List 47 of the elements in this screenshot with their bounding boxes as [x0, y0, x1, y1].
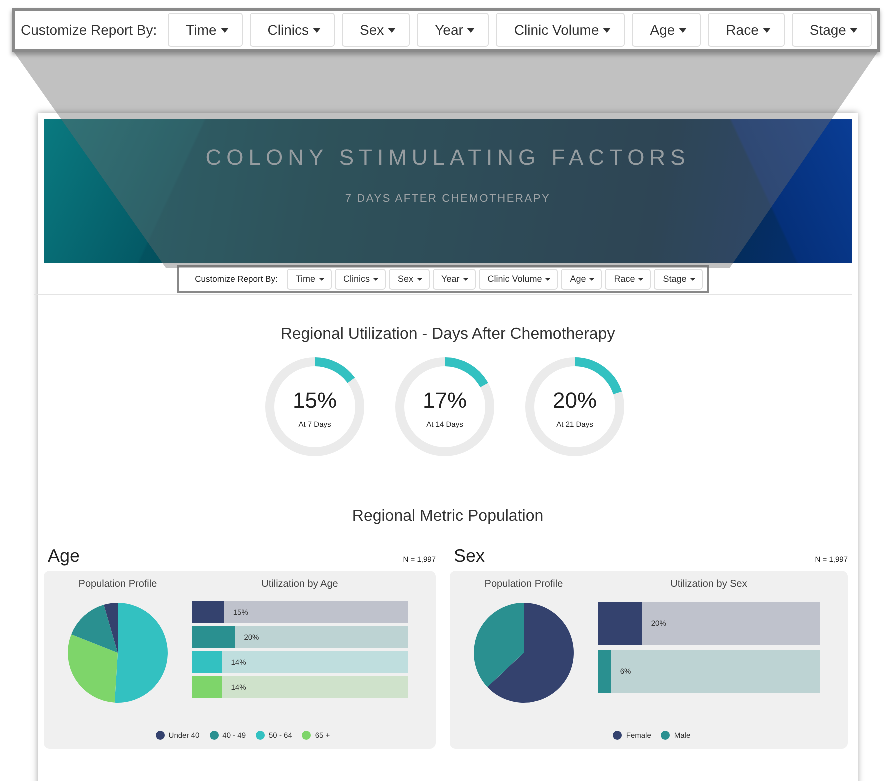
toolbar-label: Customize Report By: — [195, 274, 278, 284]
dropdown-button[interactable]: Clinics — [334, 268, 386, 290]
caret-icon — [373, 278, 380, 280]
dropdown-button[interactable]: Year — [417, 13, 490, 47]
dropdown-button[interactable]: Year — [432, 268, 476, 290]
gauge-value: 17% — [422, 388, 468, 414]
panel-title: Age — [48, 546, 80, 567]
report-title: COLONY STIMULATING FACTORS — [206, 145, 690, 171]
caret-icon — [388, 28, 396, 32]
caret-icon — [313, 28, 321, 32]
chart-title: Utilization by Sex — [670, 579, 748, 590]
section-title: Regional Utilization - Days After Chemotherapy — [280, 326, 616, 344]
toolbar-label: Customize Report By: — [21, 22, 158, 38]
caret-icon — [416, 278, 423, 280]
caret-icon — [462, 278, 469, 280]
caret-icon — [638, 278, 644, 280]
gauge-value: 20% — [552, 388, 598, 414]
caret-icon — [589, 278, 596, 280]
dropdown-button[interactable]: Clinics — [250, 13, 335, 47]
dropdown-button[interactable]: Clinic Volume — [478, 268, 558, 290]
caret-icon — [318, 278, 325, 280]
chart-title: Population Profile — [484, 579, 564, 590]
dropdown-button[interactable]: Age — [632, 13, 702, 47]
caret-icon — [690, 278, 696, 280]
caret-icon — [220, 28, 229, 32]
dropdown-button[interactable]: Race — [605, 268, 652, 290]
chart-title: Utilization by Age — [262, 579, 338, 590]
caret-icon — [545, 278, 552, 280]
dropdown-button[interactable]: Age — [561, 268, 602, 290]
caret-icon — [603, 28, 612, 32]
caret-icon — [467, 28, 476, 32]
panel-title: Sex — [454, 546, 486, 567]
dropdown-button[interactable]: Time — [286, 268, 332, 290]
gauge-value: 15% — [292, 388, 338, 414]
dropdown-button[interactable]: Stage — [792, 13, 872, 47]
dropdown-button[interactable]: Sex — [342, 13, 410, 47]
chart-title: Population Profile — [78, 579, 158, 590]
dropdown-button[interactable]: Time — [168, 13, 243, 47]
dropdown-button[interactable]: Clinic Volume — [496, 13, 626, 47]
caret-icon — [679, 28, 688, 32]
dropdown-button[interactable]: Stage — [654, 268, 703, 290]
dropdown-button[interactable]: Race — [708, 13, 785, 47]
caret-icon — [850, 28, 858, 32]
dropdown-button[interactable]: Sex — [389, 268, 430, 290]
report-subtitle: 7 DAYS AFTER CHEMOTHERAPY — [345, 193, 551, 205]
section-title: Regional Metric Population — [351, 508, 545, 526]
caret-icon — [762, 28, 771, 32]
